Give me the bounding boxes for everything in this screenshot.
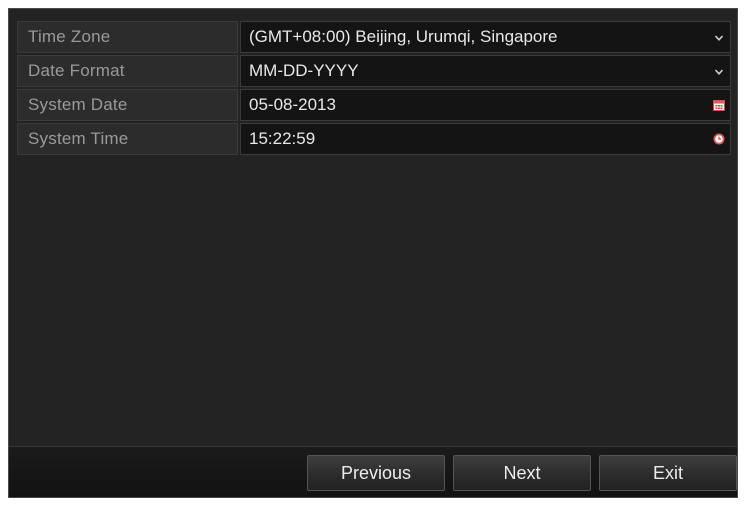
next-button[interactable]: Next — [453, 455, 591, 491]
chevron-down-icon[interactable] — [715, 35, 723, 41]
clock-icon[interactable] — [713, 133, 725, 145]
time-zone-label: Time Zone — [17, 21, 238, 53]
date-format-select[interactable]: MM-DD-YYYY — [240, 55, 731, 87]
date-format-row: Date Format MM-DD-YYYY — [17, 55, 731, 87]
system-date-field[interactable]: 05-08-2013 — [240, 89, 731, 121]
system-date-row: System Date 05-08-2013 — [17, 89, 731, 121]
time-zone-value: (GMT+08:00) Beijing, Urumqi, Singapore — [249, 27, 558, 46]
system-date-label: System Date — [17, 89, 238, 121]
system-time-field[interactable]: 15:22:59 — [240, 123, 731, 155]
settings-panel: Time Zone (GMT+08:00) Beijing, Urumqi, S… — [8, 8, 738, 498]
system-time-row: System Time 15:22:59 — [17, 123, 731, 155]
system-time-label: System Time — [17, 123, 238, 155]
calendar-icon[interactable] — [713, 99, 725, 111]
exit-button[interactable]: Exit — [599, 455, 737, 491]
system-date-value: 05-08-2013 — [249, 95, 336, 114]
time-zone-row: Time Zone (GMT+08:00) Beijing, Urumqi, S… — [17, 21, 731, 53]
date-format-label: Date Format — [17, 55, 238, 87]
date-format-value: MM-DD-YYYY — [249, 61, 359, 80]
chevron-down-icon[interactable] — [715, 69, 723, 75]
time-zone-select[interactable]: (GMT+08:00) Beijing, Urumqi, Singapore — [240, 21, 731, 53]
system-time-value: 15:22:59 — [249, 129, 316, 148]
footer-bar: Previous Next Exit — [9, 446, 737, 497]
settings-form: Time Zone (GMT+08:00) Beijing, Urumqi, S… — [17, 21, 731, 157]
previous-button[interactable]: Previous — [307, 455, 445, 491]
